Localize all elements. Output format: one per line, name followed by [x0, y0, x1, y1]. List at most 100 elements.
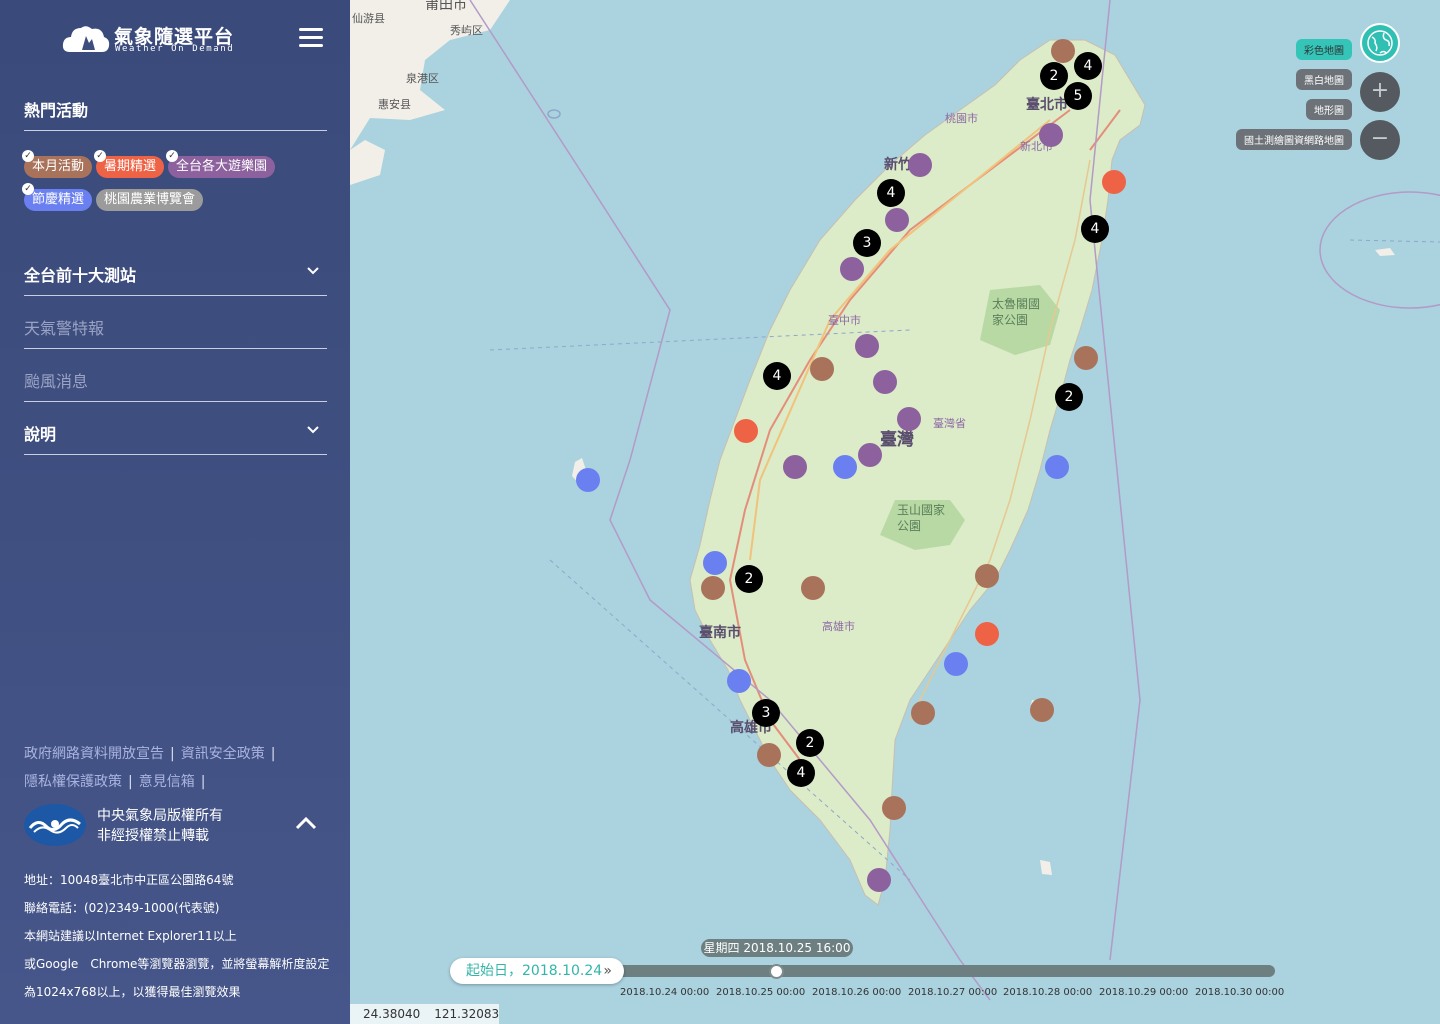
marker-festival[interactable]: [944, 652, 968, 676]
layer-nlsc-map-button[interactable]: 國土測繪圖資網路地圖: [1236, 129, 1352, 150]
marker-cluster[interactable]: 3: [853, 229, 881, 257]
timeline-tick: 2018.10.27 00:00: [908, 987, 998, 998]
marker-monthly[interactable]: [801, 576, 825, 600]
marker-amusement[interactable]: [867, 868, 891, 892]
start-date-button[interactable]: 起始日，2018.10.24 »: [450, 958, 624, 984]
marker-amusement[interactable]: [855, 334, 879, 358]
site-logo[interactable]: 氣象隨選平台 Weather On Demand: [62, 22, 235, 58]
marker-amusement[interactable]: [897, 407, 921, 431]
place-label: 太魯閣國家公園: [992, 297, 1041, 327]
place-label: 惠安县: [378, 98, 411, 111]
browser-note-2: 或Google Chrome等瀏覽器瀏覽，並將螢幕解析度設定: [24, 957, 330, 971]
zoom-out-button[interactable]: −: [1360, 120, 1400, 160]
footer-links: 政府網路資料開放宣告 | 資訊安全政策 | 隱私權保護政策 | 意見信箱 |: [24, 746, 276, 790]
marker-monthly[interactable]: [1051, 39, 1075, 63]
link-open-data[interactable]: 政府網路資料開放宣告: [24, 746, 164, 762]
marker-cluster[interactable]: 2: [796, 729, 824, 757]
app-subtitle: Weather On Demand: [115, 44, 235, 54]
tag-label: 全台各大遊樂園: [176, 159, 268, 174]
link-privacy-policy[interactable]: 隱私權保護政策: [24, 774, 122, 790]
copyright: 中央氣象局版權所有 非經授權禁止轉載: [97, 806, 223, 846]
marker-summer[interactable]: [734, 419, 758, 443]
marker-monthly[interactable]: [757, 743, 781, 767]
timeline-track[interactable]: [600, 965, 1275, 977]
chevron-down-icon[interactable]: [306, 264, 320, 278]
layer-color-map-button[interactable]: 彩色地圖: [1296, 39, 1352, 60]
chevron-up-icon[interactable]: [294, 815, 318, 831]
tag-label: 暑期精選: [104, 159, 157, 174]
marker-cluster[interactable]: 4: [787, 759, 815, 787]
marker-cluster[interactable]: 3: [752, 699, 780, 727]
marker-amusement[interactable]: [873, 370, 897, 394]
chevron-down-icon[interactable]: [306, 423, 320, 437]
marker-summer[interactable]: [1102, 170, 1126, 194]
marker-amusement[interactable]: [1039, 123, 1063, 147]
tag-summer[interactable]: ✓ 暑期精選: [94, 150, 165, 178]
menu-typhoon-news[interactable]: 颱風消息: [24, 368, 88, 392]
marker-amusement[interactable]: [908, 153, 932, 177]
timeline-tick: 2018.10.24 00:00: [620, 987, 710, 998]
cloud-logo-icon: [62, 26, 110, 52]
globe-icon[interactable]: [1360, 23, 1400, 63]
marker-monthly[interactable]: [1074, 346, 1098, 370]
marker-amusement[interactable]: [783, 455, 807, 479]
divider: [24, 295, 327, 296]
menu-weather-alerts[interactable]: 天氣警特報: [24, 315, 104, 339]
link-feedback[interactable]: 意見信箱: [139, 774, 195, 790]
marker-cluster[interactable]: 4: [763, 362, 791, 390]
divider: [24, 454, 327, 455]
marker-festival[interactable]: [833, 455, 857, 479]
marker-festival[interactable]: [1045, 455, 1069, 479]
menu-help[interactable]: 說明: [24, 421, 56, 445]
marker-cluster[interactable]: 2: [735, 565, 763, 593]
start-date-label: 起始日，2018.10.24: [466, 963, 603, 979]
marker-cluster[interactable]: 2: [1040, 62, 1068, 90]
tag-label: 桃園農業博覽會: [104, 192, 196, 207]
tag-festivals[interactable]: ✓ 節慶精選: [22, 183, 93, 211]
marker-monthly[interactable]: [810, 357, 834, 381]
activity-tags: ✓ 本月活動 ✓ 暑期精選 ✓ 全台各大遊樂園 ✓ 節慶精選 桃園農業博覽會: [22, 150, 334, 221]
marker-cluster[interactable]: 4: [1081, 215, 1109, 243]
place-label: 臺灣省: [933, 417, 966, 430]
timeline-tick: 2018.10.26 00:00: [812, 987, 902, 998]
layer-terrain-map-button[interactable]: 地形圖: [1306, 99, 1352, 120]
marker-amusement[interactable]: [885, 208, 909, 232]
browser-note-1: 本網站建議以Internet Explorer11以上: [24, 929, 237, 943]
tag-monthly[interactable]: ✓ 本月活動: [22, 150, 93, 178]
marker-cluster[interactable]: 2: [1055, 383, 1083, 411]
marker-monthly[interactable]: [1030, 698, 1054, 722]
layer-bw-map-button[interactable]: 黑白地圖: [1296, 69, 1352, 90]
cwb-logo-icon: [24, 804, 86, 846]
zoom-in-button[interactable]: +: [1360, 72, 1400, 112]
divider: [24, 348, 327, 349]
marker-monthly[interactable]: [882, 796, 906, 820]
link-security-policy[interactable]: 資訊安全政策: [181, 746, 265, 762]
marker-cluster[interactable]: 4: [877, 179, 905, 207]
place-label: 臺南市: [699, 625, 741, 641]
marker-monthly[interactable]: [911, 701, 935, 725]
marker-festival[interactable]: [576, 468, 600, 492]
marker-festival[interactable]: [727, 669, 751, 693]
cursor-coordinates: 24.38040 121.32083: [350, 1004, 499, 1024]
marker-amusement[interactable]: [840, 257, 864, 281]
marker-monthly[interactable]: [701, 576, 725, 600]
marker-summer[interactable]: [975, 622, 999, 646]
marker-amusement[interactable]: [858, 443, 882, 467]
latitude-readout: 24.38040: [363, 1007, 421, 1021]
place-label: 臺中市: [828, 314, 861, 327]
current-time-tooltip: 星期四 2018.10.25 16:00: [701, 939, 853, 957]
place-label: 桃園市: [945, 112, 978, 125]
menu-top-stations[interactable]: 全台前十大測站: [24, 262, 136, 286]
marker-cluster[interactable]: 4: [1074, 52, 1102, 80]
tag-amusement-parks[interactable]: ✓ 全台各大遊樂園: [166, 150, 276, 178]
map-canvas[interactable]: 莆田市 秀屿区 仙游县 泉港区 惠安县 臺北市 桃園市 新北市 新竹 臺中市 太…: [350, 0, 1440, 1024]
marker-festival[interactable]: [703, 551, 727, 575]
tag-taoyuan-expo[interactable]: 桃園農業博覽會: [96, 189, 204, 211]
place-label: 仙游县: [352, 12, 385, 25]
sidebar: 氣象隨選平台 Weather On Demand 熱門活動 ✓ 本月活動 ✓ 暑期精…: [0, 0, 350, 1024]
marker-cluster[interactable]: 5: [1064, 82, 1092, 110]
menu-toggle-icon[interactable]: [299, 28, 323, 48]
marker-monthly[interactable]: [975, 564, 999, 588]
timeline-slider-handle[interactable]: [769, 964, 784, 979]
copyright-line-1: 中央氣象局版權所有: [97, 808, 223, 824]
